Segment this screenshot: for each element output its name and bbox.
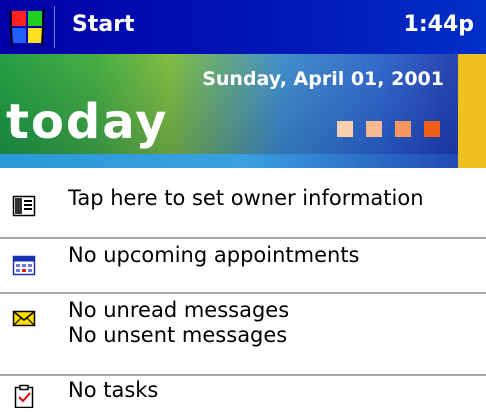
tasks-clipboard-icon xyxy=(12,384,36,409)
clock[interactable]: 1:44p xyxy=(404,12,474,37)
banner-accent-bar xyxy=(458,54,486,168)
title-bar: Start 1:44p xyxy=(0,0,486,54)
messages-item[interactable]: No unread messages No unsent messages xyxy=(0,298,486,360)
tasks-item[interactable]: No tasks xyxy=(0,378,486,409)
decor-square-3 xyxy=(395,121,411,137)
owner-card-icon xyxy=(12,194,36,218)
unread-messages-text: No unread messages xyxy=(68,298,290,322)
date-label: Sunday, April 01, 2001 xyxy=(202,68,444,90)
windows-flag-icon[interactable] xyxy=(0,0,54,54)
calendar-icon xyxy=(12,253,36,277)
owner-info-text: Tap here to set owner information xyxy=(68,186,424,210)
decor-square-1 xyxy=(337,121,353,137)
title-separator xyxy=(54,6,55,48)
envelope-icon xyxy=(12,306,36,330)
appointments-item[interactable]: No upcoming appointments xyxy=(0,243,486,287)
today-banner[interactable]: Sunday, April 01, 2001 today xyxy=(0,54,486,168)
decor-square-2 xyxy=(366,121,382,137)
banner-bottom-strip xyxy=(0,154,486,168)
divider-2 xyxy=(0,292,486,294)
owner-info-item[interactable]: Tap here to set owner information xyxy=(0,186,486,230)
divider-3 xyxy=(0,374,486,376)
today-heading: today xyxy=(6,94,169,150)
start-menu-label[interactable]: Start xyxy=(72,12,135,37)
tasks-text: No tasks xyxy=(68,378,159,402)
decor-square-4 xyxy=(424,121,440,137)
divider-1 xyxy=(0,237,486,239)
appointments-text: No upcoming appointments xyxy=(68,243,360,267)
unsent-messages-text: No unsent messages xyxy=(68,323,288,347)
